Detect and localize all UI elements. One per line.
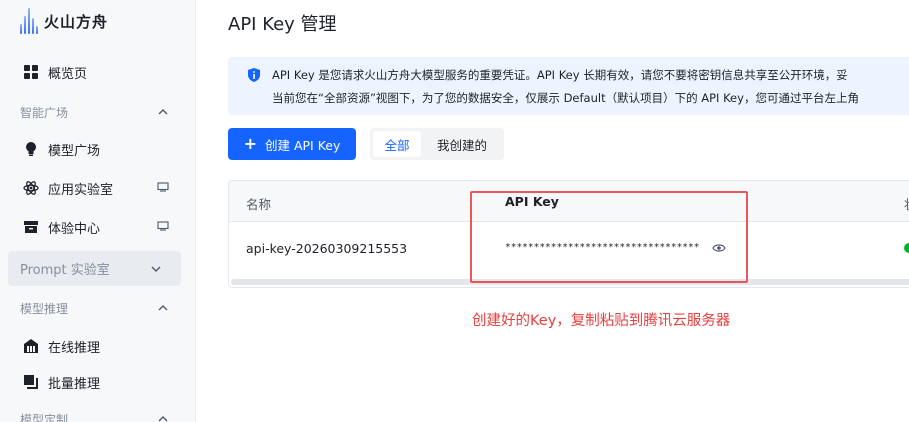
group-label: 模型定制 bbox=[20, 412, 69, 422]
sidebar-group-custom[interactable]: 模型定制 bbox=[0, 404, 196, 422]
column-header-name: 名称 bbox=[246, 197, 272, 212]
plus-icon: + bbox=[243, 134, 257, 153]
filter-segmented: 全部 我创建的 bbox=[370, 128, 504, 160]
sidebar-item-label: 在线推理 bbox=[48, 340, 101, 356]
api-key-name: api-key-20260309215553 bbox=[246, 241, 408, 256]
sidebar-item-label: 体验中心 bbox=[48, 221, 101, 237]
monitor-icon bbox=[157, 182, 169, 192]
create-button-label: 创建 API Key bbox=[265, 137, 341, 153]
notice-line-2: 当前您在“全部资源”视图下，为了您的数据安全，仅展示 Default（默认项目）… bbox=[272, 91, 859, 105]
chevron-down-icon bbox=[151, 266, 161, 272]
group-label: 模型推理 bbox=[20, 301, 69, 316]
sidebar-item-app-lab[interactable]: 应用实验室 bbox=[0, 170, 196, 206]
monitor-icon bbox=[157, 221, 169, 231]
sidebar-item-overview[interactable]: 概览页 bbox=[0, 54, 196, 90]
logo-text: 火山方舟 bbox=[44, 12, 109, 31]
sidebar-item-prompt-lab[interactable]: Prompt 实验室 bbox=[8, 251, 181, 286]
dashboard-icon bbox=[22, 63, 40, 81]
column-header-status: 状 bbox=[904, 194, 909, 213]
sidebar-item-label: 概览页 bbox=[48, 66, 88, 82]
filter-all-tab[interactable]: 全部 bbox=[373, 131, 421, 157]
sidebar-group-square[interactable]: 智能广场 bbox=[0, 97, 196, 127]
sidebar-item-label: 模型广场 bbox=[48, 143, 101, 159]
status-dot bbox=[904, 243, 909, 253]
chevron-up-icon bbox=[158, 109, 168, 115]
inference-icon bbox=[22, 337, 40, 355]
sidebar-item-model-square[interactable]: 模型广场 bbox=[0, 131, 196, 167]
box-icon bbox=[22, 218, 40, 236]
create-api-key-button[interactable]: + 创建 API Key bbox=[228, 128, 356, 160]
volcano-logo-icon bbox=[20, 8, 38, 34]
info-shield-icon bbox=[248, 68, 260, 82]
annotation-text: 创建好的Key，复制粘贴到腾讯云服务器 bbox=[472, 313, 731, 329]
sidebar-item-label: 应用实验室 bbox=[48, 182, 114, 198]
logo[interactable]: 火山方舟 bbox=[20, 8, 108, 34]
lightbulb-icon bbox=[22, 140, 40, 158]
batch-icon bbox=[22, 373, 40, 391]
page-title: API Key 管理 bbox=[228, 14, 337, 35]
chevron-up-icon bbox=[158, 305, 168, 311]
sidebar-group-inference[interactable]: 模型推理 bbox=[0, 293, 196, 323]
sidebar-item-label: Prompt 实验室 bbox=[20, 263, 110, 278]
highlight-box bbox=[470, 191, 748, 283]
filter-mine-tab[interactable]: 我创建的 bbox=[426, 131, 498, 157]
sidebar: 火山方舟 概览页 智能广场 模型广场 应用实验室 体验中心 Prompt 实验室 bbox=[0, 0, 196, 422]
info-notice: API Key 是您请求火山方舟大模型服务的重要凭证。API Key 长期有效，… bbox=[228, 57, 909, 115]
atom-icon bbox=[22, 179, 40, 197]
sidebar-item-online-inference[interactable]: 在线推理 bbox=[0, 328, 196, 364]
notice-line-1: API Key 是您请求火山方舟大模型服务的重要凭证。API Key 长期有效，… bbox=[272, 68, 848, 82]
group-label: 智能广场 bbox=[20, 105, 69, 120]
sidebar-item-label: 批量推理 bbox=[48, 376, 101, 392]
sidebar-item-batch-inference[interactable]: 批量推理 bbox=[0, 364, 196, 400]
chevron-up-icon bbox=[158, 416, 168, 422]
sidebar-item-experience[interactable]: 体验中心 bbox=[0, 209, 196, 245]
